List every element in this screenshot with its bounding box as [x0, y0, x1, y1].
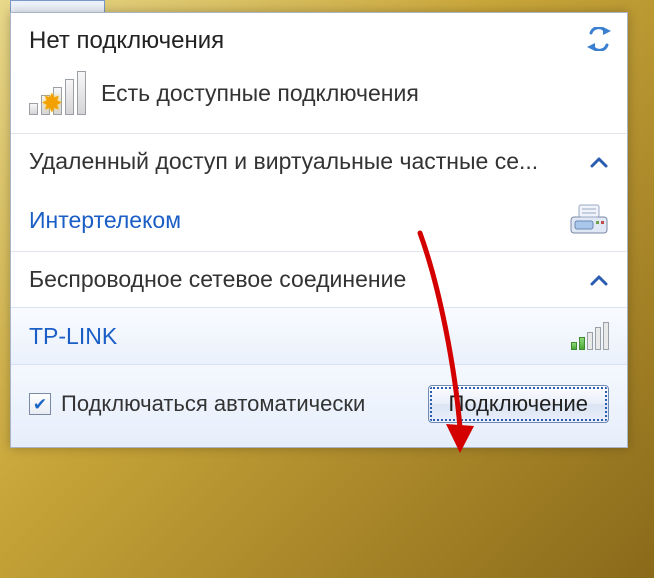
wifi-network-name: TP-LINK [29, 323, 117, 350]
modem-icon [569, 203, 609, 237]
connect-panel: ✔ Подключаться автоматически Подключение [11, 364, 627, 447]
signal-available-icon: ✸ [29, 71, 85, 115]
auto-connect-checkbox[interactable]: ✔ Подключаться автоматически [29, 391, 365, 417]
vpn-connection-name: Интертелеком [29, 207, 181, 234]
auto-connect-label: Подключаться автоматически [61, 391, 365, 417]
refresh-icon[interactable] [585, 27, 613, 51]
available-connections-row: ✸ Есть доступные подключения [29, 71, 609, 115]
section-header-wifi[interactable]: Беспроводное сетевое соединение [11, 252, 627, 307]
network-flyout: Нет подключения ✸ Есть доступные подключ… [10, 12, 628, 448]
chevron-up-icon [589, 155, 609, 169]
section-header-vpn[interactable]: Удаленный доступ и виртуальные частные с… [11, 134, 627, 189]
connection-status-title: Нет подключения [29, 27, 609, 55]
wifi-network-item[interactable]: TP-LINK [11, 307, 627, 364]
chevron-up-icon [589, 273, 609, 287]
section-label: Беспроводное сетевое соединение [29, 266, 406, 293]
checkbox-icon: ✔ [29, 393, 51, 415]
signal-strength-icon [571, 322, 609, 350]
flyout-header: Нет подключения ✸ Есть доступные подключ… [11, 13, 627, 133]
section-label: Удаленный доступ и виртуальные частные с… [29, 148, 538, 175]
available-connections-label: Есть доступные подключения [101, 80, 419, 107]
vpn-connection-item[interactable]: Интертелеком [11, 189, 627, 251]
connect-button[interactable]: Подключение [428, 385, 610, 423]
